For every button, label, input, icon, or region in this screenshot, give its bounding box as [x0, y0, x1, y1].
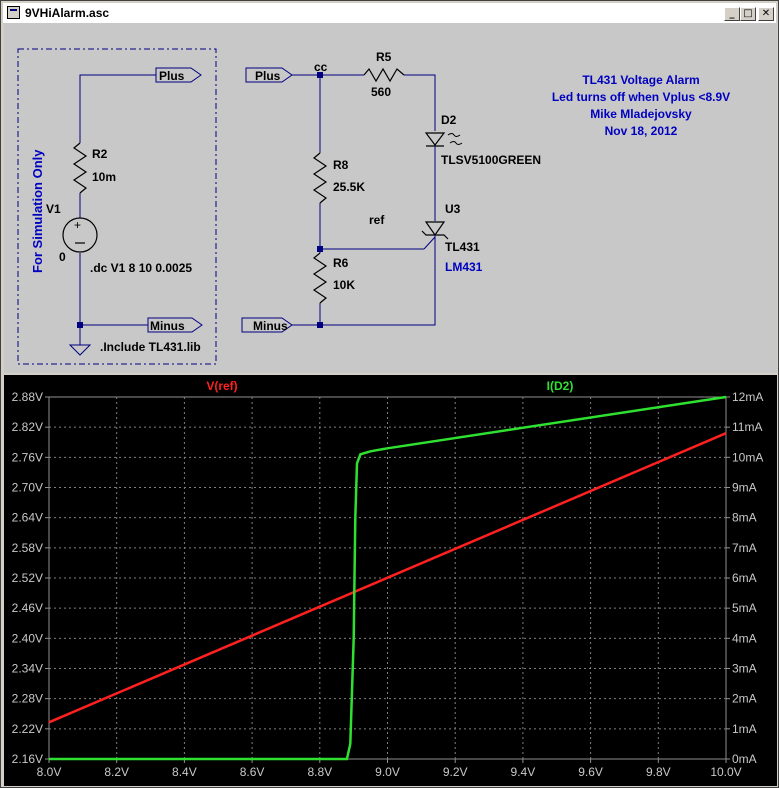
resistor-r2[interactable] [72, 142, 88, 194]
y-right-tick-label: 3mA [732, 662, 757, 676]
r8-value: 25.5K [333, 180, 365, 194]
schematic-icon [7, 6, 20, 19]
y-left-tick-label: 2.88V [12, 390, 43, 404]
note-line-3: Mike Mladejovsky [590, 107, 692, 121]
ground-icon [68, 344, 92, 356]
title-bar[interactable]: 9VHiAlarm.asc _ □ ✕ [3, 3, 776, 23]
x-tick-label: 8.6V [240, 765, 265, 779]
y-left-tick-label: 2.46V [12, 601, 43, 615]
y-left-tick-label: 2.40V [12, 631, 43, 645]
close-button[interactable]: ✕ [758, 7, 774, 21]
r8-label: R8 [333, 158, 349, 172]
x-tick-label: 10.0V [710, 765, 741, 779]
y-left-tick-label: 2.52V [12, 571, 43, 585]
y-right-tick-label: 5mA [732, 601, 757, 615]
y-left-tick-label: 2.64V [12, 511, 43, 525]
y-right-tick-label: 7mA [732, 541, 757, 555]
x-tick-label: 9.4V [511, 765, 536, 779]
y-right-tick-label: 4mA [732, 631, 757, 645]
y-left-tick-label: 2.16V [12, 752, 43, 766]
waveform-viewer[interactable]: 8.0V 8.2V 8.4V 8.6V 8.8V 9.0V 9.2V 9.4V 9.6V 9.8V… [4, 375, 777, 786]
note-line-2: Led turns off when Vplus <8.9V [552, 90, 730, 104]
y-left-tick-label: 2.70V [12, 481, 43, 495]
x-tick-label: 9.0V [375, 765, 400, 779]
window-title: 9VHiAlarm.asc [25, 6, 110, 20]
plus-left-text: Plus [159, 69, 185, 83]
x-tick-label: 9.8V [646, 765, 671, 779]
r6-label: R6 [333, 256, 349, 270]
y-right-tick-label: 0mA [732, 752, 757, 766]
d2-value: TLSV5100GREEN [441, 153, 541, 167]
minus-left-text: Minus [150, 319, 185, 333]
x-tick-label: 8.8V [307, 765, 332, 779]
v1-label: V1 [46, 202, 61, 216]
r2-value: 10m [92, 170, 116, 184]
x-tick-label: 8.2V [104, 765, 129, 779]
y-right-tick-label: 11mA [732, 420, 762, 434]
r2-label: R2 [92, 147, 108, 161]
led-d2[interactable] [424, 132, 463, 153]
minus-right-text: Minus [253, 319, 288, 333]
ref-label: ref [369, 213, 385, 227]
sim-only-label: For Simulation Only [30, 149, 45, 273]
x-tick-label: 8.4V [172, 765, 197, 779]
include-directive[interactable]: .Include TL431.lib [100, 340, 201, 354]
u3-alt-value: LM431 [445, 260, 483, 274]
schematic-canvas[interactable]: For Simulation Only + Plus Minus Plus Mi… [4, 23, 777, 373]
y-left-tick-label: 2.58V [12, 541, 43, 555]
r5-value: 560 [371, 85, 391, 99]
resistor-r8[interactable] [312, 152, 328, 204]
resistor-r5[interactable] [363, 67, 405, 83]
legend-i-d2[interactable]: I(D2) [547, 379, 574, 393]
x-tick-label: 8.0V [37, 765, 62, 779]
x-tick-label: 9.2V [443, 765, 468, 779]
d2-label: D2 [441, 113, 457, 127]
minimize-button[interactable]: _ [724, 7, 740, 21]
u3-label: U3 [445, 202, 461, 216]
legend-v-ref[interactable]: V(ref) [206, 379, 237, 393]
resistor-r6[interactable] [312, 252, 328, 304]
maximize-button[interactable]: □ [740, 7, 756, 21]
cc-label: cc [314, 60, 328, 74]
note-line-4: Nov 18, 2012 [605, 124, 678, 138]
u3-value: TL431 [445, 240, 480, 254]
y-right-tick-label: 10mA [732, 450, 763, 464]
dc-sweep-chart[interactable]: 8.0V 8.2V 8.4V 8.6V 8.8V 9.0V 9.2V 9.4V 9.6V 9.8V… [4, 375, 777, 786]
y-left-tick-label: 2.34V [12, 662, 43, 676]
plus-right-text: Plus [255, 69, 281, 83]
y-left-tick-label: 2.82V [12, 420, 43, 434]
svg-text:+: + [74, 218, 81, 232]
app-window: 9VHiAlarm.asc _ □ ✕ For Simulation Only [0, 0, 779, 788]
y-right-tick-label: 8mA [732, 511, 757, 525]
y-right-tick-label: 9mA [732, 481, 757, 495]
r5-label: R5 [376, 50, 392, 64]
y-right-tick-label: 6mA [732, 571, 757, 585]
y-right-tick-label: 1mA [732, 722, 757, 736]
y-right-tick-label: 12mA [732, 390, 763, 404]
y-left-tick-label: 2.76V [12, 450, 43, 464]
note-line-1: TL431 Voltage Alarm [582, 73, 699, 87]
y-left-tick-label: 2.22V [12, 722, 43, 736]
y-left-tick-label: 2.28V [12, 692, 43, 706]
y-right-tick-label: 2mA [732, 692, 757, 706]
dc-directive[interactable]: .dc V1 8 10 0.0025 [90, 261, 192, 275]
x-tick-label: 9.6V [578, 765, 603, 779]
v1-value: 0 [59, 250, 66, 264]
r6-value: 10K [333, 278, 355, 292]
